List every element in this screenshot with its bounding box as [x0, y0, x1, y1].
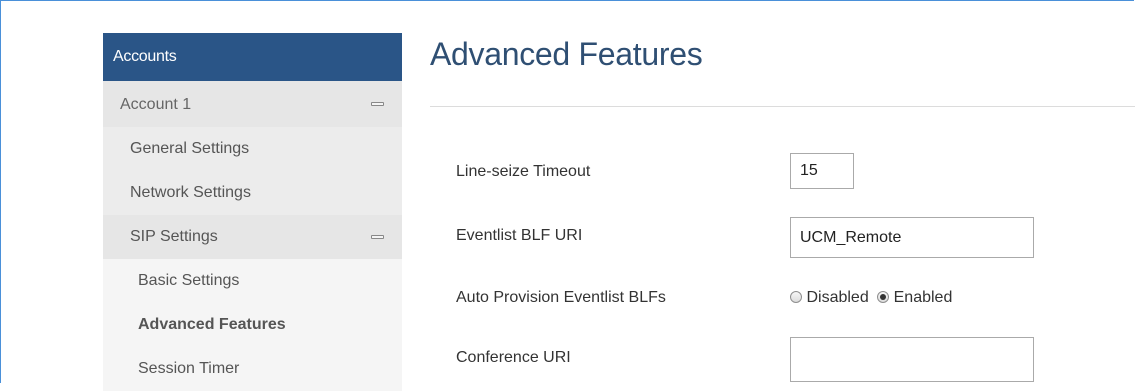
- sidebar-header-label: Accounts: [113, 48, 177, 65]
- sidebar-item-label: General Settings: [130, 140, 250, 157]
- line-seize-timeout-row: Line-seize Timeout: [456, 153, 1116, 193]
- sidebar-item-label: Network Settings: [130, 184, 251, 201]
- collapse-icon[interactable]: [371, 102, 384, 106]
- sidebar-item-label: Advanced Features: [138, 316, 286, 333]
- sidebar-item-account-1[interactable]: Account 1: [103, 81, 402, 127]
- conference-uri-row: Conference URI: [456, 337, 1116, 382]
- sidebar-item-session-timer[interactable]: Session Timer: [103, 347, 402, 391]
- disabled-radio[interactable]: [790, 291, 802, 303]
- disabled-radio-label[interactable]: Disabled: [806, 289, 868, 306]
- sidebar-item-label: Basic Settings: [138, 272, 240, 289]
- sidebar-item-label: SIP Settings: [130, 228, 218, 245]
- sidebar: Accounts Account 1 General Settings Netw…: [103, 33, 402, 391]
- auto-provision-label: Auto Provision Eventlist BLFs: [456, 289, 666, 306]
- conference-uri-label: Conference URI: [456, 349, 571, 366]
- title-divider: [430, 106, 1135, 107]
- sidebar-item-sip-settings[interactable]: SIP Settings: [103, 215, 402, 259]
- conference-uri-input[interactable]: [790, 337, 1034, 382]
- eventlist-blf-uri-label: Eventlist BLF URI: [456, 227, 583, 244]
- sidebar-item-advanced-features[interactable]: Advanced Features: [103, 303, 402, 347]
- enabled-radio-label[interactable]: Enabled: [894, 289, 953, 306]
- line-seize-timeout-label: Line-seize Timeout: [456, 163, 591, 180]
- sidebar-header-accounts[interactable]: Accounts: [103, 33, 402, 81]
- sidebar-item-general-settings[interactable]: General Settings: [103, 127, 402, 171]
- sidebar-item-network-settings[interactable]: Network Settings: [103, 171, 402, 215]
- eventlist-blf-uri-input[interactable]: [790, 217, 1034, 258]
- collapse-icon[interactable]: [371, 235, 384, 239]
- auto-provision-radio-group: Disabled Enabled: [790, 289, 952, 307]
- sidebar-item-label: Session Timer: [138, 360, 240, 377]
- sidebar-item-label: Account 1: [120, 96, 192, 113]
- page-title: Advanced Features: [430, 36, 703, 72]
- enabled-radio[interactable]: [877, 291, 890, 303]
- sidebar-item-basic-settings[interactable]: Basic Settings: [103, 259, 402, 303]
- auto-provision-row: Auto Provision Eventlist BLFs Disabled E…: [456, 289, 1116, 329]
- eventlist-blf-uri-row: Eventlist BLF URI: [456, 217, 1116, 258]
- line-seize-timeout-input[interactable]: [790, 153, 854, 189]
